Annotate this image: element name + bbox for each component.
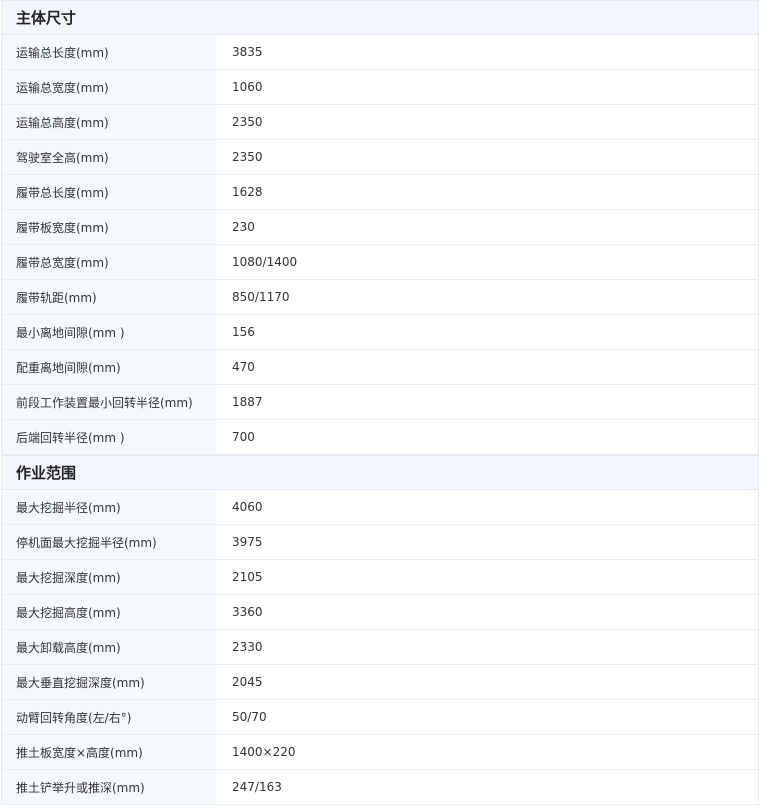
table-row: 履带总长度(mm) 1628 bbox=[2, 175, 758, 210]
row-label: 最大垂直挖掘深度(mm) bbox=[2, 665, 216, 699]
table-row: 配重离地间隙(mm) 470 bbox=[2, 350, 758, 385]
row-value: 1887 bbox=[216, 385, 758, 419]
row-value: 1400×220 bbox=[216, 735, 758, 769]
row-label: 运输总高度(mm) bbox=[2, 105, 216, 139]
row-value: 2330 bbox=[216, 630, 758, 664]
row-value: 3835 bbox=[216, 35, 758, 69]
table-row: 履带总宽度(mm) 1080/1400 bbox=[2, 245, 758, 280]
table-row: 推土板宽度×高度(mm) 1400×220 bbox=[2, 735, 758, 770]
row-value: 2350 bbox=[216, 140, 758, 174]
row-label: 履带轨距(mm) bbox=[2, 280, 216, 314]
table-row: 履带轨距(mm) 850/1170 bbox=[2, 280, 758, 315]
row-label: 后端回转半径(mm ) bbox=[2, 420, 216, 454]
table-row: 最小离地间隙(mm ) 156 bbox=[2, 315, 758, 350]
table-row: 最大垂直挖掘深度(mm) 2045 bbox=[2, 665, 758, 700]
row-value: 2105 bbox=[216, 560, 758, 594]
row-value: 50/70 bbox=[216, 700, 758, 734]
row-label: 最大挖掘高度(mm) bbox=[2, 595, 216, 629]
row-label: 动臂回转角度(左/右°) bbox=[2, 700, 216, 734]
table-row: 动臂回转角度(左/右°) 50/70 bbox=[2, 700, 758, 735]
row-label: 驾驶室全高(mm) bbox=[2, 140, 216, 174]
section-header-working-range: 作业范围 bbox=[2, 455, 758, 490]
row-value: 1080/1400 bbox=[216, 245, 758, 279]
row-label: 最大卸载高度(mm) bbox=[2, 630, 216, 664]
row-label: 履带总宽度(mm) bbox=[2, 245, 216, 279]
row-label: 推土板宽度×高度(mm) bbox=[2, 735, 216, 769]
row-label: 推土铲举升或推深(mm) bbox=[2, 770, 216, 804]
row-label: 最大挖掘深度(mm) bbox=[2, 560, 216, 594]
row-value: 247/163 bbox=[216, 770, 758, 804]
table-row: 最大挖掘高度(mm) 3360 bbox=[2, 595, 758, 630]
row-label: 最小离地间隙(mm ) bbox=[2, 315, 216, 349]
table-row: 运输总长度(mm) 3835 bbox=[2, 35, 758, 70]
row-value: 1060 bbox=[216, 70, 758, 104]
table-row: 最大卸载高度(mm) 2330 bbox=[2, 630, 758, 665]
row-value: 2350 bbox=[216, 105, 758, 139]
row-value: 3360 bbox=[216, 595, 758, 629]
row-value: 156 bbox=[216, 315, 758, 349]
section-header-main-dimensions: 主体尺寸 bbox=[2, 0, 758, 35]
table-row: 前段工作装置最小回转半径(mm) 1887 bbox=[2, 385, 758, 420]
table-row: 运输总高度(mm) 2350 bbox=[2, 105, 758, 140]
spec-table: 主体尺寸 运输总长度(mm) 3835 运输总宽度(mm) 1060 运输总高度… bbox=[1, 0, 759, 805]
row-label: 前段工作装置最小回转半径(mm) bbox=[2, 385, 216, 419]
row-value: 230 bbox=[216, 210, 758, 244]
row-value: 2045 bbox=[216, 665, 758, 699]
row-value: 470 bbox=[216, 350, 758, 384]
table-row: 运输总宽度(mm) 1060 bbox=[2, 70, 758, 105]
row-label: 运输总长度(mm) bbox=[2, 35, 216, 69]
table-row: 履带板宽度(mm) 230 bbox=[2, 210, 758, 245]
row-value: 1628 bbox=[216, 175, 758, 209]
row-label: 履带板宽度(mm) bbox=[2, 210, 216, 244]
row-label: 停机面最大挖掘半径(mm) bbox=[2, 525, 216, 559]
table-row: 后端回转半径(mm ) 700 bbox=[2, 420, 758, 455]
row-value: 4060 bbox=[216, 490, 758, 524]
row-label: 最大挖掘半径(mm) bbox=[2, 490, 216, 524]
row-value: 3975 bbox=[216, 525, 758, 559]
row-label: 配重离地间隙(mm) bbox=[2, 350, 216, 384]
table-row: 驾驶室全高(mm) 2350 bbox=[2, 140, 758, 175]
row-label: 运输总宽度(mm) bbox=[2, 70, 216, 104]
table-row: 最大挖掘深度(mm) 2105 bbox=[2, 560, 758, 595]
row-value: 700 bbox=[216, 420, 758, 454]
row-value: 850/1170 bbox=[216, 280, 758, 314]
table-row: 停机面最大挖掘半径(mm) 3975 bbox=[2, 525, 758, 560]
table-row: 推土铲举升或推深(mm) 247/163 bbox=[2, 770, 758, 805]
table-row: 最大挖掘半径(mm) 4060 bbox=[2, 490, 758, 525]
row-label: 履带总长度(mm) bbox=[2, 175, 216, 209]
